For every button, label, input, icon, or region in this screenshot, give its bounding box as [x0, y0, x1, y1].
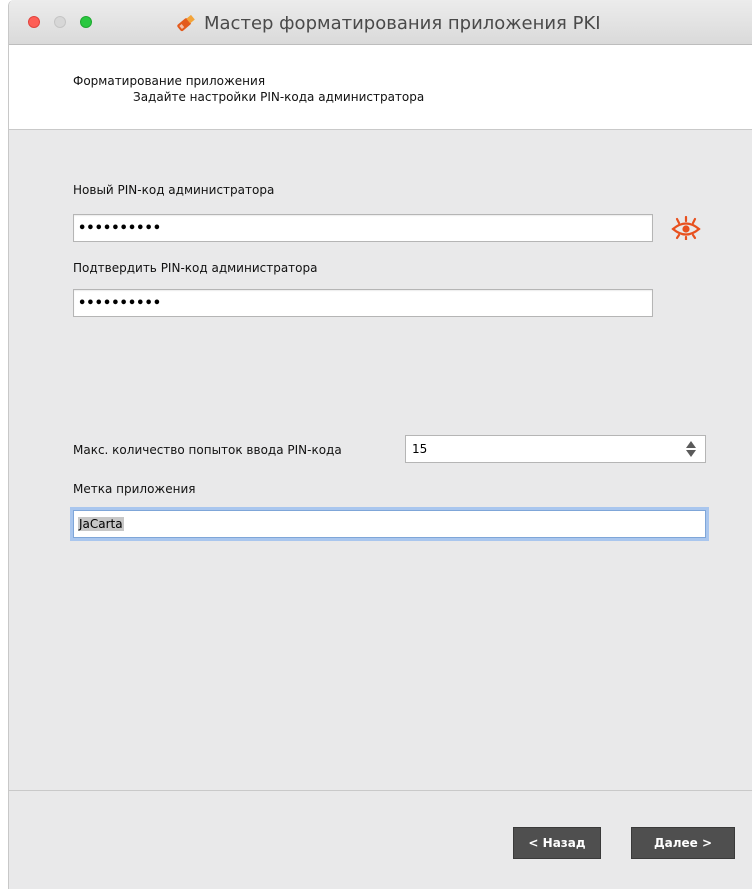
- wizard-content: Новый PIN-код администратора •••••••••• …: [9, 130, 752, 790]
- minimize-window-button[interactable]: [54, 16, 66, 28]
- new-pin-label: Новый PIN-код администратора: [73, 183, 275, 197]
- app-label-label: Метка приложения: [73, 482, 196, 496]
- wizard-header: Форматирование приложения Задайте настро…: [9, 45, 752, 130]
- zoom-window-button[interactable]: [80, 16, 92, 28]
- stepper-arrows-icon[interactable]: [685, 440, 697, 458]
- max-attempts-stepper[interactable]: 15: [405, 435, 706, 463]
- new-pin-field[interactable]: ••••••••••: [73, 214, 653, 242]
- confirm-pin-label: Подтвердить PIN-код администратора: [73, 261, 318, 275]
- confirm-pin-value: ••••••••••: [78, 295, 162, 311]
- max-attempts-value: 15: [412, 442, 428, 456]
- title-bar: Мастер форматирования приложения PKI: [9, 0, 752, 45]
- app-label-value: JaCarta: [78, 517, 124, 531]
- window-title-group: Мастер форматирования приложения PKI: [174, 10, 601, 36]
- wizard-window: Мастер форматирования приложения PKI Фор…: [8, 0, 752, 889]
- app-label-input[interactable]: JaCarta: [73, 510, 706, 538]
- step-title: Форматирование приложения: [73, 74, 266, 88]
- usb-token-icon: [177, 14, 195, 32]
- show-password-eye-icon[interactable]: [669, 216, 703, 240]
- step-subtitle: Задайте настройки PIN-кода администратор…: [133, 90, 425, 104]
- max-attempts-label: Макс. количество попыток ввода PIN-кода: [73, 443, 342, 457]
- new-pin-value: ••••••••••: [78, 220, 162, 236]
- close-window-button[interactable]: [28, 16, 40, 28]
- back-button[interactable]: < Назад: [513, 827, 601, 859]
- confirm-pin-field[interactable]: ••••••••••: [73, 289, 653, 317]
- next-button[interactable]: Далее >: [631, 827, 735, 859]
- wizard-footer: < Назад Далее >: [9, 790, 752, 889]
- window-title: Мастер форматирования приложения PKI: [204, 12, 601, 34]
